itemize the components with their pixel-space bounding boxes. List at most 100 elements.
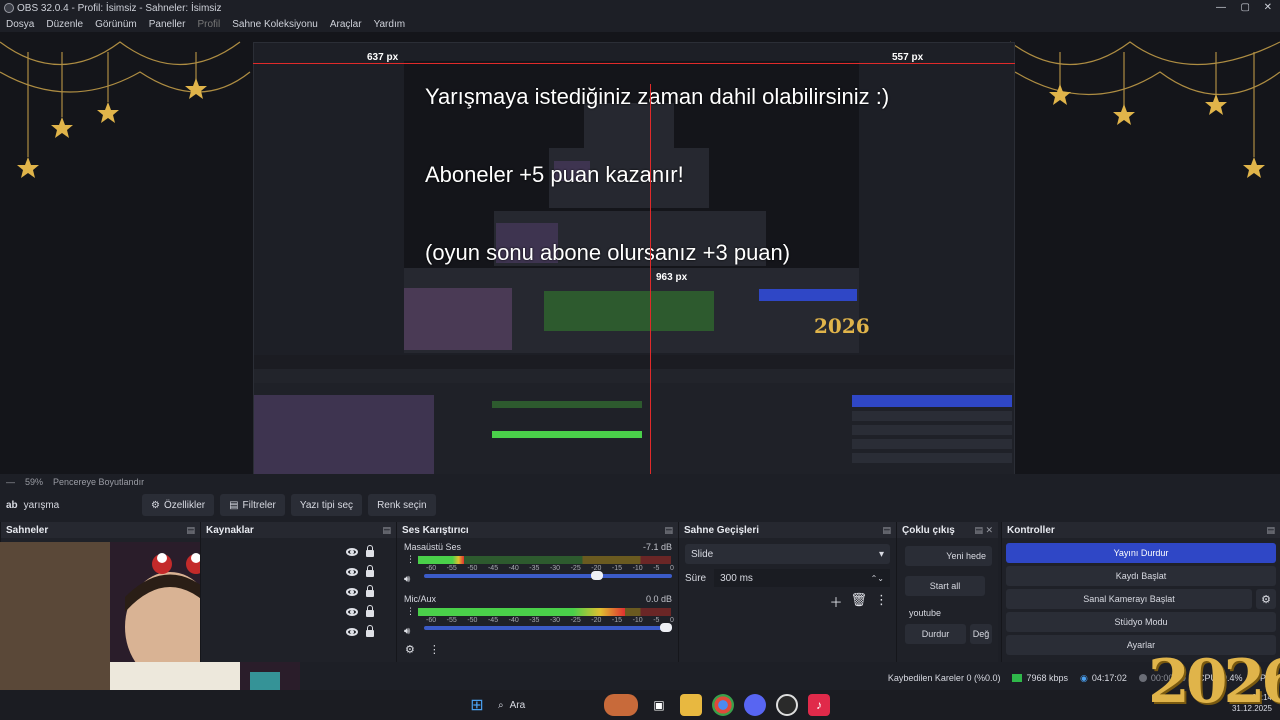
- dock-menu-icon[interactable]: ▤: [1266, 525, 1275, 536]
- scale-mode[interactable]: Pencereye Boyutlandır: [53, 477, 144, 487]
- slider-knob[interactable]: [660, 623, 672, 632]
- advanced-audio-icon[interactable]: ⚙: [405, 643, 415, 656]
- taskbar-search[interactable]: ⌕ Ara: [498, 694, 594, 716]
- lock-icon[interactable]: [366, 565, 374, 577]
- menu-scene-collection[interactable]: Sahne Koleksiyonu: [232, 19, 318, 30]
- edit-target-button[interactable]: Değ: [970, 624, 992, 644]
- dock-menu-icon[interactable]: ▤: [664, 525, 673, 536]
- stop-target-button[interactable]: Durdur: [905, 624, 966, 644]
- start-all-button[interactable]: Start all: [905, 576, 985, 596]
- meter-tick-label: -15: [611, 565, 623, 572]
- meter-tick-label: -30: [549, 565, 561, 572]
- studio-mode-label: Stüdyo Modu: [1114, 617, 1168, 627]
- meter-level: [418, 608, 626, 616]
- file-explorer-icon[interactable]: [680, 694, 702, 716]
- transition-select[interactable]: Slide ▾: [685, 544, 890, 564]
- visibility-eye-icon[interactable]: [346, 628, 358, 636]
- more-icon[interactable]: ⋮: [406, 606, 415, 617]
- maximize-icon[interactable]: ▢: [1241, 2, 1250, 13]
- preview-scale-bar: — 59% Pencereye Boyutlandır: [0, 474, 1280, 490]
- menu-edit[interactable]: Düzenle: [46, 19, 83, 30]
- mixer-channel-desktop: Masaüstü Ses -7.1 dB ⋮ -60 -55 -50 -45 -40 -3…: [397, 538, 678, 590]
- start-recording-button[interactable]: Kaydı Başlat: [1006, 566, 1276, 586]
- audio-mixer-dock: Ses Karıştırıcı ▤ Masaüstü Ses -7.1 dB ⋮…: [396, 522, 678, 662]
- meter-tick-label: -5: [653, 617, 660, 624]
- new-target-button[interactable]: Yeni hede: [905, 546, 992, 566]
- menu-profile[interactable]: Profil: [197, 19, 220, 30]
- close-icon[interactable]: ▤ ✕: [974, 525, 993, 536]
- dock-menu-icon[interactable]: ▤: [882, 525, 891, 536]
- volume-slider[interactable]: [424, 623, 672, 632]
- virtual-camera-button[interactable]: Sanal Kamerayı Başlat: [1006, 589, 1252, 609]
- virtual-camera-label: Sanal Kamerayı Başlat: [1083, 594, 1175, 604]
- discord-icon[interactable]: [744, 694, 766, 716]
- minimize-icon[interactable]: —: [1216, 2, 1226, 13]
- stream-icon: ◉: [1080, 672, 1088, 683]
- obs-logo-icon: [4, 3, 14, 13]
- source-row[interactable]: [201, 602, 396, 622]
- dock-menu-icon[interactable]: ▤: [186, 525, 195, 536]
- lock-icon[interactable]: [366, 625, 374, 637]
- dock-menu-icon[interactable]: ▤: [382, 525, 391, 536]
- scenes-title: Sahneler: [6, 524, 49, 536]
- stop-stream-label: Yayını Durdur: [1113, 548, 1169, 558]
- lock-icon[interactable]: [366, 605, 374, 617]
- lock-icon[interactable]: [366, 585, 374, 597]
- lock-icon[interactable]: [366, 545, 374, 557]
- stream-time-stat: ◉ 04:17:02: [1080, 673, 1127, 684]
- color-button[interactable]: Renk seçin: [368, 494, 436, 516]
- meter-tick-label: 0: [669, 565, 674, 572]
- mixer-channel-mic: Mic/Aux 0.0 dB ⋮ -60 -55 -50 -45 -40 -35 -30 -2…: [397, 590, 678, 642]
- menu-help[interactable]: Yardım: [374, 19, 406, 30]
- meter-tick-label: -25: [570, 565, 581, 572]
- sources-header: Kaynaklar ▤: [201, 522, 396, 538]
- duration-input[interactable]: 300 ms ⌃⌄: [714, 569, 890, 587]
- source-row[interactable]: [201, 542, 396, 562]
- more-icon[interactable]: ⋮: [875, 592, 888, 611]
- studio-mode-button[interactable]: Stüdyo Modu: [1006, 612, 1276, 632]
- stop-stream-button[interactable]: Yayını Durdur: [1006, 543, 1276, 563]
- channel-db: 0.0 dB: [645, 594, 672, 604]
- transition-tools: ＋ 🗑︎ ⋮: [829, 592, 888, 611]
- zoom-out-button[interactable]: —: [6, 477, 15, 487]
- filters-button[interactable]: ▤ Filtreler: [220, 494, 285, 516]
- overlay-line-2: Aboneler +5 puan kazanır!: [425, 162, 684, 187]
- visibility-eye-icon[interactable]: [346, 608, 358, 616]
- window-title: OBS 32.0.4 - Profil: İsimsiz - Sahneler:…: [17, 2, 222, 14]
- visibility-eye-icon[interactable]: [346, 588, 358, 596]
- task-view-icon[interactable]: ▣: [648, 694, 670, 716]
- menu-tools[interactable]: Araçlar: [330, 19, 362, 30]
- record-icon: [1138, 674, 1147, 682]
- music-icon[interactable]: ♪: [808, 694, 830, 716]
- speaker-icon[interactable]: 🔊︎: [404, 626, 410, 637]
- trash-icon[interactable]: 🗑︎: [850, 592, 867, 611]
- properties-button[interactable]: ⚙ Özellikler: [142, 494, 215, 516]
- speaker-icon[interactable]: 🔊︎: [404, 574, 410, 585]
- add-icon[interactable]: ＋: [829, 592, 842, 611]
- sushi-widget-icon[interactable]: [604, 694, 638, 716]
- source-row[interactable]: [201, 562, 396, 582]
- menu-view[interactable]: Görünüm: [95, 19, 137, 30]
- menu-file[interactable]: Dosya: [6, 19, 34, 30]
- preview-canvas[interactable]: 2026 2026 Yarışmaya istediğiniz zaman da…: [0, 32, 1280, 474]
- gear-icon[interactable]: ⚙: [1256, 589, 1276, 609]
- visibility-eye-icon[interactable]: [346, 548, 358, 556]
- more-icon[interactable]: ⋮: [406, 554, 415, 565]
- chrome-icon[interactable]: [712, 694, 734, 716]
- more-icon[interactable]: ⋮: [429, 643, 440, 656]
- visibility-eye-icon[interactable]: [346, 568, 358, 576]
- distance-right-label: 557 px: [892, 52, 924, 63]
- volume-slider[interactable]: [424, 571, 672, 580]
- zoom-level[interactable]: 59%: [25, 477, 43, 487]
- menu-docks[interactable]: Paneller: [149, 19, 186, 30]
- spinner-icon[interactable]: ⌃⌄: [871, 574, 884, 583]
- source-row[interactable]: [201, 582, 396, 602]
- windows-start-icon[interactable]: ⊞: [466, 694, 488, 716]
- font-button[interactable]: Yazı tipi seç: [290, 494, 363, 516]
- properties-label: Özellikler: [163, 499, 206, 511]
- obs-icon[interactable]: [776, 694, 798, 716]
- slider-knob[interactable]: [590, 571, 603, 580]
- menu-bar: Dosya Düzenle Görünüm Paneller Profil Sa…: [0, 16, 405, 32]
- source-row[interactable]: [201, 622, 396, 642]
- close-icon[interactable]: ✕: [1264, 2, 1272, 13]
